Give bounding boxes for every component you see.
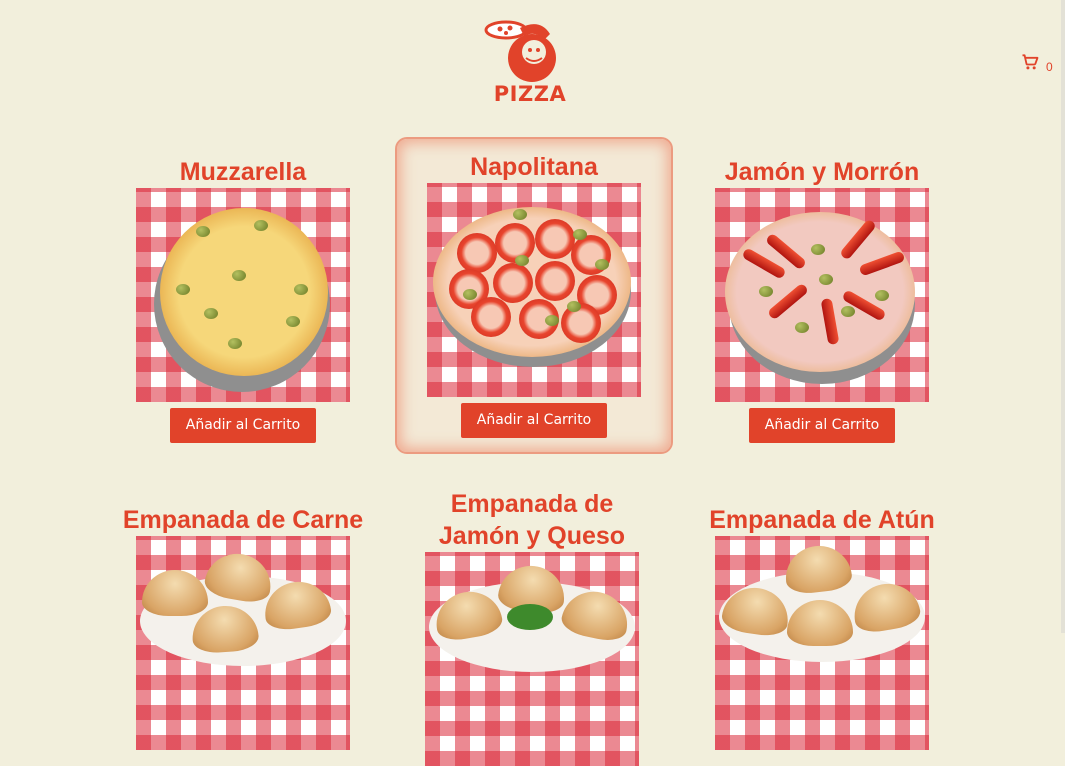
product-image-muzzarella (136, 188, 350, 402)
logo-text: PIZZA (493, 82, 567, 106)
product-image-jamon-y-morron (715, 188, 929, 402)
add-to-cart-button[interactable]: Añadir al Carrito (460, 403, 608, 438)
cart-count: 0 (1046, 60, 1053, 74)
product-card-muzzarella: Muzzarella Añadir al Carrito (106, 156, 380, 443)
shopping-cart-icon (1022, 54, 1039, 70)
product-card-empanada-jamon-queso: Empanada de Jamón y Queso (395, 488, 669, 766)
site-header: PIZZA 0 (0, 0, 1061, 120)
add-to-cart-button[interactable]: Añadir al Carrito (748, 408, 896, 443)
product-title: Empanada de Atún (709, 506, 935, 534)
pizza-chef-logo-icon (484, 20, 556, 82)
product-title: Muzzarella (179, 158, 307, 186)
product-card-empanada-atun: Empanada de Atún (685, 504, 959, 750)
page-scrollbar[interactable] (1061, 0, 1065, 633)
pizza-logo[interactable]: PIZZA (480, 18, 570, 110)
product-image-napolitana (427, 183, 641, 397)
product-title: Jamón y Morrón (724, 158, 920, 186)
product-title: Empanada de Jamón y Queso (395, 488, 669, 552)
product-title-line2: Jamón y Queso (438, 522, 626, 550)
product-title-line1: Empanada de (450, 490, 614, 518)
product-title: Napolitana (470, 153, 598, 181)
add-to-cart-button[interactable]: Añadir al Carrito (169, 408, 317, 443)
product-image-empanada-carne (136, 536, 350, 750)
product-card-empanada-carne: Empanada de Carne (106, 504, 380, 750)
product-image-empanada-atun (715, 536, 929, 750)
product-title: Empanada de Carne (122, 506, 364, 534)
product-image-empanada-jamon-queso (425, 552, 639, 766)
product-card-jamon-y-morron: Jamón y Morrón Añadir al Carrito (685, 156, 959, 443)
product-card-napolitana: Napolitana Añadir al Carrito (395, 137, 673, 454)
